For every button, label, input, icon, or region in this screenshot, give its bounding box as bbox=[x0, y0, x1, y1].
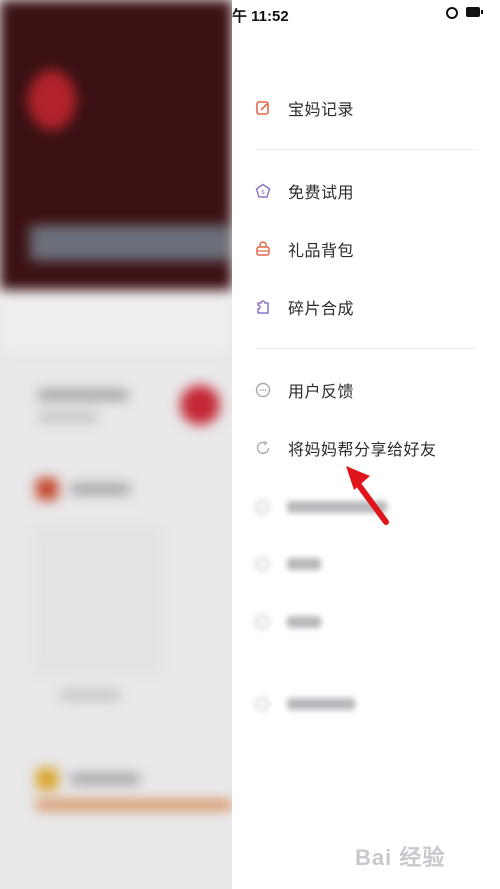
feedback-icon bbox=[255, 382, 271, 398]
background-text-line bbox=[60, 690, 120, 700]
watermark: Bai 经验 bbox=[355, 845, 446, 870]
menu-divider bbox=[255, 348, 477, 349]
annotation-arrow bbox=[346, 466, 389, 525]
menu-item-icon bbox=[255, 615, 269, 629]
background-section-icon bbox=[36, 478, 58, 500]
menu-item-gift-bag[interactable]: 礼品背包 bbox=[255, 234, 354, 264]
menu-item-blurred-text bbox=[287, 616, 321, 628]
menu-divider bbox=[255, 149, 477, 150]
menu-item-user-feedback[interactable]: 用户反馈 bbox=[255, 375, 354, 405]
menu-item-blurred[interactable] bbox=[255, 692, 355, 716]
menu-item-label: 免费试用 bbox=[288, 185, 355, 202]
background-card bbox=[0, 290, 232, 350]
menu-item-icon bbox=[255, 697, 269, 711]
menu-item-blurred-text bbox=[287, 558, 321, 570]
background-text-line bbox=[38, 390, 128, 400]
trial-icon: $ bbox=[255, 183, 271, 199]
menu-item-label: 将妈妈帮分享给好友 bbox=[288, 442, 437, 459]
edit-icon bbox=[255, 100, 271, 116]
menu-item-free-trial[interactable]: $ 免费试用 bbox=[255, 176, 354, 206]
menu-item-blurred[interactable] bbox=[255, 610, 321, 634]
share-icon bbox=[255, 440, 271, 456]
menu-item-icon bbox=[255, 557, 269, 571]
avatar bbox=[28, 70, 76, 130]
menu-item-label: 礼品背包 bbox=[288, 243, 355, 260]
menu-item-blurred-text bbox=[287, 698, 355, 710]
background-blurred-content bbox=[0, 0, 232, 889]
background-progress bbox=[36, 800, 232, 810]
background-text-line bbox=[38, 412, 98, 422]
menu-item-label: 用户反馈 bbox=[288, 384, 355, 401]
background-app bbox=[0, 0, 232, 889]
menu-item-fragment-synthesis[interactable]: 碎片合成 bbox=[255, 292, 354, 322]
background-text-line bbox=[70, 774, 140, 784]
menu-item-blurred[interactable] bbox=[255, 552, 321, 576]
menu-item-label: 宝妈记录 bbox=[288, 102, 355, 119]
menu-item-label: 碎片合成 bbox=[288, 301, 355, 318]
menu-item-share-to-friends[interactable]: 将妈妈帮分享给好友 bbox=[255, 433, 437, 463]
puzzle-icon bbox=[255, 299, 271, 315]
background-section-icon bbox=[36, 768, 58, 790]
menu-item-baby-record[interactable]: 宝妈记录 bbox=[255, 93, 354, 123]
gift-bag-icon bbox=[255, 241, 271, 257]
background-red-button bbox=[180, 385, 220, 425]
background-text-line bbox=[70, 484, 130, 494]
svg-text:$: $ bbox=[261, 189, 265, 196]
menu-item-icon bbox=[255, 500, 269, 514]
background-banner bbox=[30, 225, 230, 261]
background-image-box bbox=[36, 530, 158, 672]
